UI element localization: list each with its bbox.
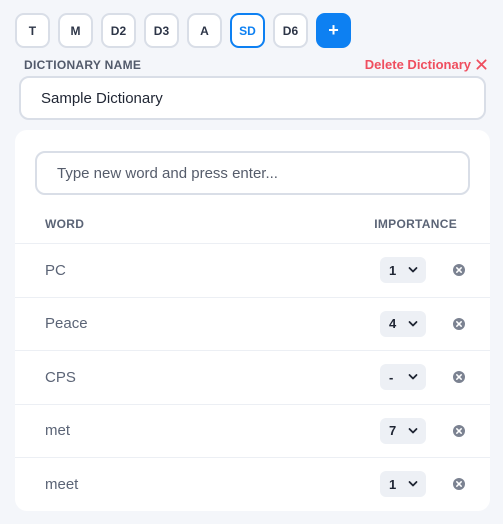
close-circle-icon[interactable] [453,371,465,384]
tab-m[interactable]: M [58,13,93,48]
new-word-input[interactable] [35,151,470,195]
tab-sd[interactable]: SD [230,13,265,48]
table-row: CPS - [15,350,490,404]
dictionary-tabs: T M D2 D3 A SD D6 + [15,13,351,48]
close-x-icon [476,59,487,70]
tab-d2[interactable]: D2 [101,13,136,48]
dictionary-name-input[interactable] [19,76,486,120]
words-list: PC 1 Peace 4 CPS - met 7 meet 1 [15,243,490,511]
table-row: met 7 [15,403,490,458]
word-text: meet [45,475,79,493]
word-text: CPS [45,368,76,386]
tab-d6[interactable]: D6 [273,13,308,48]
tab-t[interactable]: T [15,13,50,48]
tab-d3[interactable]: D3 [144,13,179,48]
importance-value: - [389,369,394,385]
chevron-down-icon [408,374,418,380]
delete-dictionary-label: Delete Dictionary [364,57,471,72]
add-dictionary-button[interactable]: + [316,13,351,48]
importance-value: 7 [389,423,397,439]
dictionary-name-label: DICTIONARY NAME [24,58,142,72]
dictionary-editor: T M D2 D3 A SD D6 + DICTIONARY NAME Dele… [0,0,503,524]
importance-value: 4 [389,316,397,332]
importance-select[interactable]: - [380,364,426,391]
chevron-down-icon [408,320,418,327]
close-circle-icon[interactable] [453,317,465,330]
tab-a[interactable]: A [187,13,222,48]
importance-select[interactable]: 1 [380,257,426,284]
importance-select[interactable]: 4 [380,310,426,337]
close-circle-icon[interactable] [453,478,465,491]
word-text: met [45,422,71,440]
word-text: Peace [45,315,88,333]
table-row: PC 1 [15,243,490,297]
importance-value: 1 [389,262,397,278]
chevron-down-icon [408,481,418,487]
delete-dictionary-button[interactable]: Delete Dictionary [365,57,487,72]
table-row: Peace 4 [15,296,490,351]
close-circle-icon[interactable] [453,424,465,437]
column-header-word: WORD [45,217,85,231]
chevron-down-icon [408,427,418,434]
word-text: PC [45,261,66,279]
importance-value: 1 [389,476,397,492]
chevron-down-icon [408,267,418,273]
words-card: WORD IMPORTANCE PC 1 Peace 4 CPS [15,130,490,511]
table-row: meet 1 [15,457,490,511]
importance-select[interactable]: 1 [380,471,426,498]
column-header-importance: IMPORTANCE [374,217,457,231]
close-circle-icon[interactable] [453,264,465,277]
importance-select[interactable]: 7 [380,417,426,444]
